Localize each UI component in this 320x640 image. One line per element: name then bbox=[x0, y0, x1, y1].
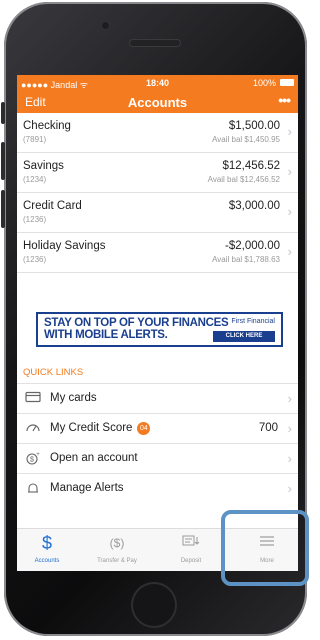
volume-down-button bbox=[1, 190, 5, 228]
tab-accounts[interactable]: $ Accounts bbox=[19, 529, 75, 571]
tab-label: Deposit bbox=[180, 558, 202, 564]
card-icon bbox=[23, 391, 43, 405]
account-list: Checking (7891) $1,500.00 Avail bal $1,4… bbox=[17, 113, 298, 273]
available-balance: Avail bal $1,788.63 bbox=[212, 255, 280, 264]
tab-transfer-pay[interactable]: ($) Transfer & Pay bbox=[89, 529, 145, 571]
account-row-credit-card[interactable]: Credit Card (1236) $3,000.00 › bbox=[17, 193, 298, 233]
page-title: Accounts bbox=[127, 95, 188, 110]
chevron-right-icon: › bbox=[287, 421, 292, 436]
account-row-savings[interactable]: Savings (1234) $12,456.52 Avail bal $12,… bbox=[17, 153, 298, 193]
gauge-icon bbox=[23, 421, 43, 435]
app-screen: ●●●●● Jandal ᯤ 18:40 100% Edit Accounts … bbox=[17, 75, 298, 571]
quick-link-open-account[interactable]: $ + Open an account › bbox=[17, 443, 298, 473]
dollar-plus-icon: $ + bbox=[23, 451, 43, 465]
front-camera bbox=[102, 22, 109, 29]
banner-line-1: STAY ON TOP OF YOUR FINANCES bbox=[44, 317, 229, 329]
quick-link-label: My cards bbox=[50, 392, 97, 404]
bell-icon bbox=[23, 481, 43, 495]
tab-label: Accounts bbox=[34, 558, 60, 564]
quick-link-credit-score[interactable]: My Credit Score 04 700 › bbox=[17, 413, 298, 443]
svg-text:$: $ bbox=[30, 457, 34, 464]
mute-switch bbox=[1, 102, 5, 124]
credit-score-label: My Credit Score bbox=[50, 422, 133, 434]
chevron-right-icon: › bbox=[287, 451, 292, 466]
account-balance: $3,000.00 bbox=[228, 200, 280, 212]
quick-links-header: QUICK LINKS bbox=[23, 367, 84, 378]
notification-badge: 04 bbox=[137, 422, 151, 435]
credit-score-value: 700 bbox=[258, 422, 278, 434]
battery-percent: 100% bbox=[252, 78, 276, 88]
account-number: (1234) bbox=[23, 175, 47, 184]
chevron-right-icon: › bbox=[287, 391, 292, 406]
battery-icon bbox=[280, 79, 294, 86]
quick-link-label: Manage Alerts bbox=[50, 482, 124, 494]
chevron-right-icon: › bbox=[287, 164, 292, 179]
transfer-icon: ($) bbox=[109, 536, 125, 550]
quick-link-my-cards[interactable]: My cards › bbox=[17, 383, 298, 413]
chevron-right-icon: › bbox=[287, 124, 292, 139]
account-row-checking[interactable]: Checking (7891) $1,500.00 Avail bal $1,4… bbox=[17, 113, 298, 153]
volume-up-button bbox=[1, 142, 5, 180]
account-balance: $1,500.00 bbox=[228, 120, 280, 132]
banner-line-2: WITH MOBILE ALERTS. bbox=[44, 329, 168, 341]
more-options-icon[interactable]: ••• bbox=[278, 92, 291, 108]
earpiece-speaker bbox=[130, 40, 180, 46]
account-number: (7891) bbox=[23, 135, 47, 144]
phone-frame: ●●●●● Jandal ᯤ 18:40 100% Edit Accounts … bbox=[0, 0, 313, 640]
quick-links-list: My cards › My Credit Score 04 700 › $ + Op… bbox=[17, 383, 298, 503]
available-balance: Avail bal $12,456.52 bbox=[207, 175, 280, 184]
tab-label: Transfer & Pay bbox=[97, 558, 137, 564]
status-bar: ●●●●● Jandal ᯤ 18:40 100% bbox=[17, 75, 298, 91]
svg-text:+: + bbox=[36, 452, 40, 458]
account-balance: -$2,000.00 bbox=[225, 240, 280, 252]
nav-bar: Edit Accounts ••• bbox=[17, 91, 298, 113]
account-name: Savings bbox=[23, 160, 64, 172]
account-name: Credit Card bbox=[23, 200, 82, 212]
quick-link-label: My Credit Score 04 bbox=[50, 422, 151, 435]
chevron-right-icon: › bbox=[287, 244, 292, 259]
click-here-button[interactable]: CLICK HERE bbox=[213, 331, 275, 342]
account-name: Holiday Savings bbox=[23, 240, 106, 252]
deposit-icon bbox=[163, 534, 219, 553]
quick-link-manage-alerts[interactable]: Manage Alerts › bbox=[17, 473, 298, 503]
account-name: Checking bbox=[23, 120, 71, 132]
account-number: (1236) bbox=[23, 215, 47, 224]
banner-headline: STAY ON TOP OF YOUR FINANCES WITH MOBILE… bbox=[44, 317, 229, 341]
quick-link-label: Open an account bbox=[50, 452, 138, 464]
home-button[interactable] bbox=[131, 582, 177, 628]
account-row-holiday-savings[interactable]: Holiday Savings (1236) -$2,000.00 Avail … bbox=[17, 233, 298, 273]
more-tab-highlight bbox=[221, 510, 309, 586]
available-balance: Avail bal $1,450.95 bbox=[212, 135, 280, 144]
tab-deposit[interactable]: Deposit bbox=[163, 529, 219, 571]
chevron-right-icon: › bbox=[287, 204, 292, 219]
mobile-alerts-banner[interactable]: STAY ON TOP OF YOUR FINANCES WITH MOBILE… bbox=[36, 312, 283, 347]
chevron-right-icon: › bbox=[287, 481, 292, 496]
account-balance: $12,456.52 bbox=[222, 160, 280, 172]
account-number: (1236) bbox=[23, 255, 47, 264]
brand-logo: First Financial bbox=[231, 318, 275, 325]
dollar-icon: $ bbox=[41, 533, 52, 553]
